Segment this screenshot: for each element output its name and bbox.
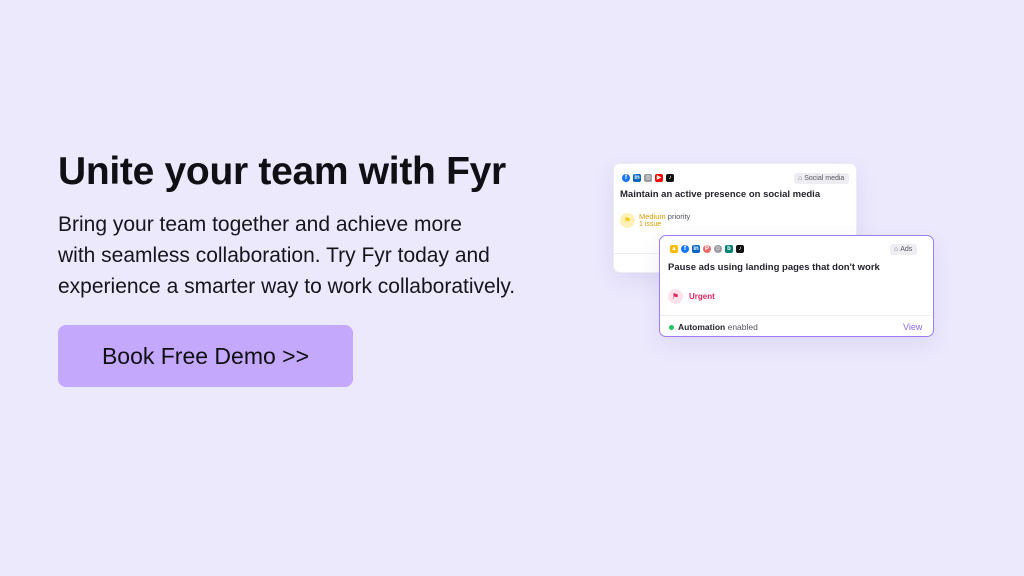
page-title: Unite your team with Fyr bbox=[58, 150, 506, 193]
tag-label: Social media bbox=[804, 175, 845, 182]
linkedin-icon: in bbox=[692, 245, 700, 253]
book-demo-button[interactable]: Book Free Demo >> bbox=[58, 325, 353, 387]
task-title: Maintain an active presence on social me… bbox=[620, 189, 821, 200]
hero-description: Bring your team together and achieve mor… bbox=[58, 209, 618, 302]
facebook-icon: f bbox=[681, 245, 689, 253]
social-icons-row: f in ◎ ▶ ♪ bbox=[622, 174, 674, 182]
automation-state: enabled bbox=[727, 322, 758, 332]
tag-ads[interactable]: ⌂ Ads bbox=[890, 244, 918, 255]
automation-status: Automation enabled bbox=[678, 322, 758, 332]
tag-icon: ⌂ bbox=[894, 246, 899, 253]
priority-level: Medium bbox=[639, 212, 666, 221]
issue-count: 1 issue bbox=[639, 221, 662, 228]
hero-description-line: with seamless collaboration. Try Fyr tod… bbox=[58, 244, 490, 267]
youtube-icon: ▶ bbox=[655, 174, 663, 182]
linkedin-icon: in bbox=[633, 174, 641, 182]
hero-description-line: experience a smarter way to work collabo… bbox=[58, 275, 516, 298]
card-divider bbox=[660, 315, 933, 316]
automation-label: Automation bbox=[678, 322, 726, 332]
priority-word: priority bbox=[667, 212, 691, 221]
task-title: Pause ads using landing pages that don't… bbox=[668, 262, 880, 273]
priority-label: Medium priority bbox=[639, 212, 690, 221]
tag-icon: ⌂ bbox=[798, 175, 803, 182]
automation-status-dot bbox=[669, 325, 674, 330]
task-card-ads[interactable]: ▲ f in P ☺ b ♪ ⌂ Ads Pause ads using lan… bbox=[659, 235, 934, 337]
bing-icon: b bbox=[725, 245, 733, 253]
priority-urgent: Urgent bbox=[689, 292, 715, 301]
view-link[interactable]: View bbox=[903, 322, 922, 332]
tag-social-media[interactable]: ⌂ Social media bbox=[794, 173, 850, 184]
snapchat-icon: ☺ bbox=[714, 245, 722, 253]
facebook-icon: f bbox=[622, 174, 630, 182]
flag-icon: ⚑ bbox=[668, 289, 683, 304]
pinterest-icon: P bbox=[703, 245, 711, 253]
flag-icon: ⚑ bbox=[620, 213, 635, 228]
hero-description-line: Bring your team together and achieve mor… bbox=[58, 213, 462, 236]
instagram-icon: ◎ bbox=[644, 174, 652, 182]
tiktok-icon: ♪ bbox=[736, 245, 744, 253]
google-ads-icon: ▲ bbox=[670, 245, 678, 253]
tiktok-icon: ♪ bbox=[666, 174, 674, 182]
tag-label: Ads bbox=[900, 246, 913, 253]
ads-icons-row: ▲ f in P ☺ b ♪ bbox=[670, 245, 744, 253]
